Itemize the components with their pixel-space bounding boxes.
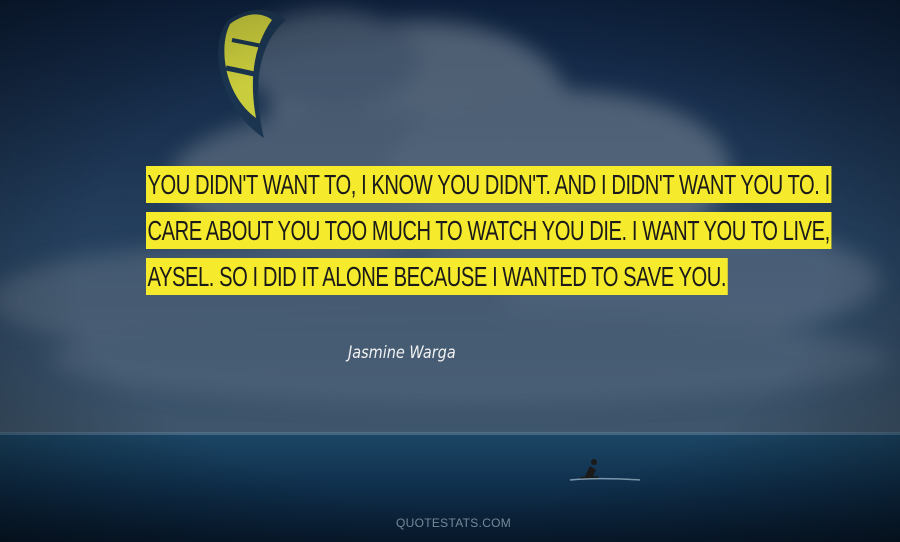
quote-line: YOU DIDN'T WANT TO, I KNOW YOU DIDN'T. A… — [146, 166, 832, 203]
author-name: Jasmine Warga — [348, 343, 456, 363]
quote-block: YOU DIDN'T WANT TO, I KNOW YOU DIDN'T. A… — [146, 166, 832, 304]
source-watermark: QUOTESTATS.COM — [396, 516, 512, 530]
quote-line: AYSEL. SO I DID IT ALONE BECAUSE I WANTE… — [146, 258, 728, 295]
quote-line: CARE ABOUT YOU TOO MUCH TO WATCH YOU DIE… — [146, 212, 832, 249]
